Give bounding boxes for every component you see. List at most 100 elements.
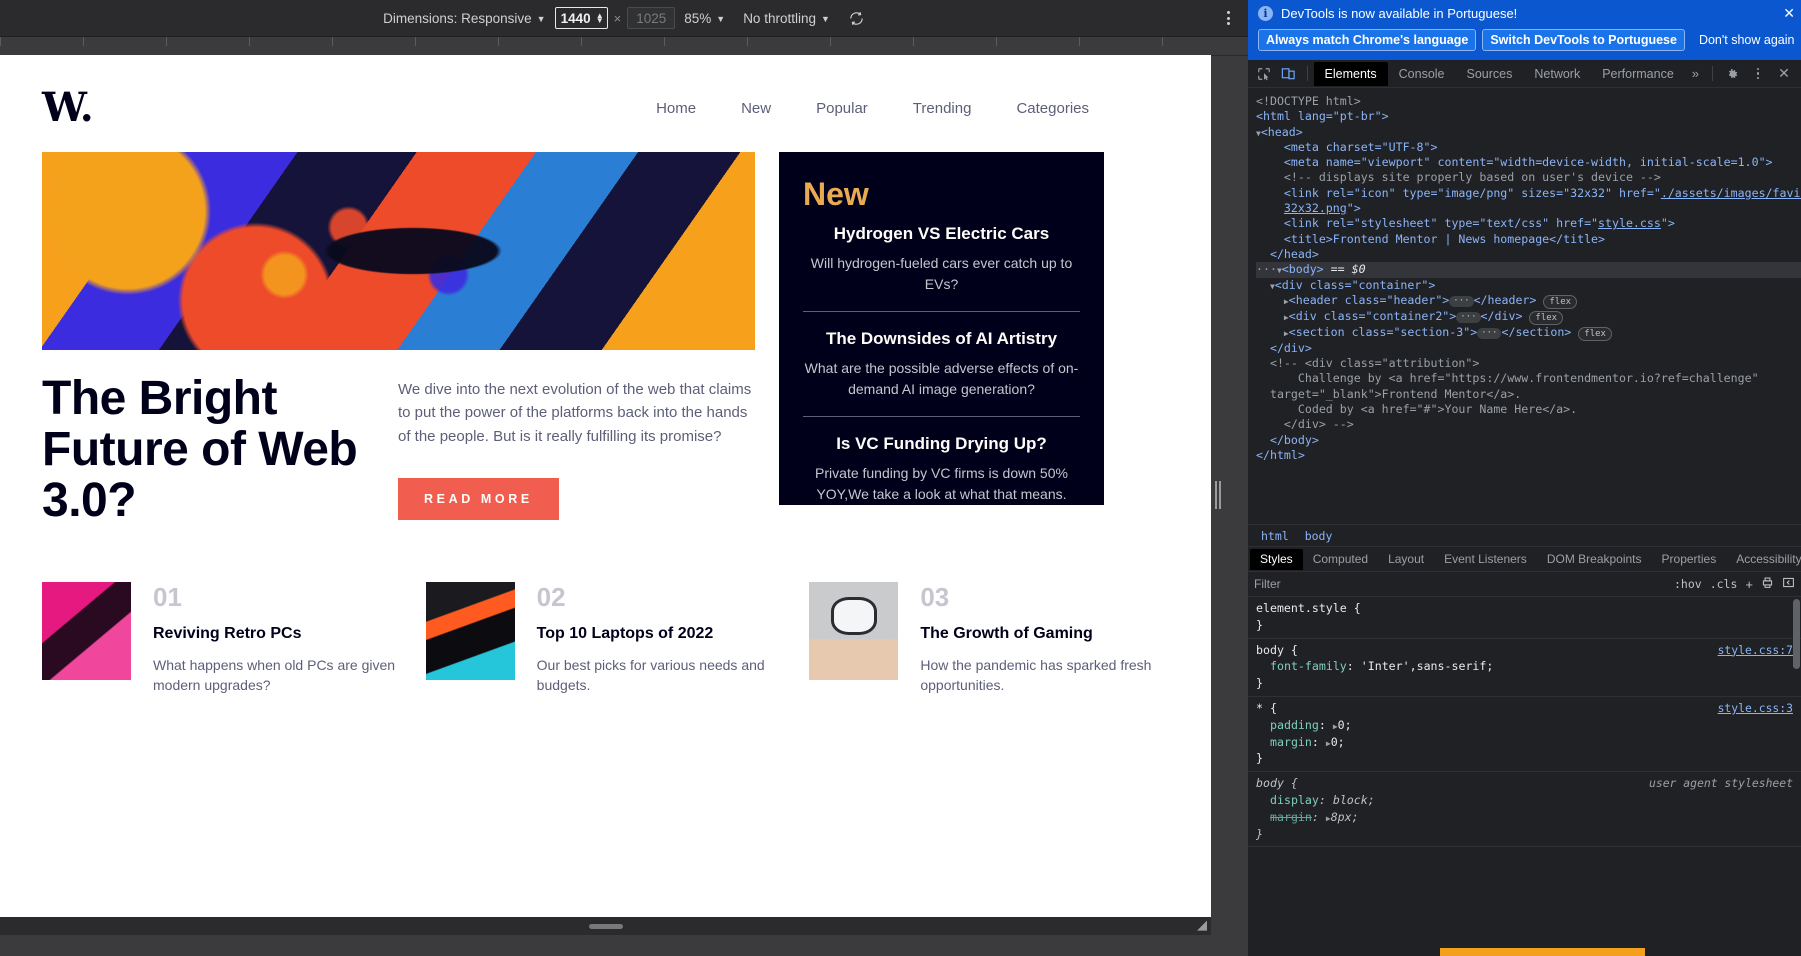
tab-styles[interactable]: Styles [1250,548,1303,570]
throttling-dropdown[interactable]: No throttling ▼ [734,6,839,30]
tab-network[interactable]: Network [1523,62,1591,86]
computed-styles-sidebar-button[interactable] [1761,576,1774,592]
width-stepper-icon[interactable]: ▲ ▼ [596,12,604,25]
nav-item-new[interactable]: New [741,100,771,117]
device-toolbar-icon [1281,68,1295,80]
more-tabs-icon[interactable]: » [1685,66,1706,81]
flex-badge[interactable]: flex [1578,326,1612,341]
breadcrumb-item-html[interactable]: html [1254,528,1296,544]
css-rules-pane[interactable]: element.style { } style.css:7 body { fon… [1248,597,1801,956]
card-thumbnail [425,581,515,680]
nav-item-categories[interactable]: Categories [1016,100,1089,117]
settings-button[interactable] [1719,62,1745,86]
css-rule[interactable]: user agent stylesheet body { display: bl… [1248,772,1801,848]
tab-console[interactable]: Console [1388,62,1456,86]
tab-dom-breakpoints[interactable]: DOM Breakpoints [1537,549,1652,570]
css-rule[interactable]: style.css:3 * { padding: ▶0; margin: ▶0;… [1248,697,1801,773]
hover-state-button[interactable]: :hov [1674,577,1702,591]
list-item[interactable]: 02 Top 10 Laptops of 2022 Our best picks… [425,581,786,696]
tab-accessibility[interactable]: Accessibility [1726,549,1801,570]
tab-computed[interactable]: Computed [1303,549,1378,570]
card-number: 03 [920,581,950,612]
viewport-ruler [0,37,1248,56]
class-editor-button[interactable]: .cls [1710,577,1738,591]
css-rule-source[interactable]: style.css:3 [1718,700,1793,717]
site-nav: Home New Popular Trending Categories [656,100,1169,117]
css-pane-scrollbar[interactable] [1793,599,1800,669]
inspect-element-button[interactable] [1252,62,1276,86]
dom-link-icon-href[interactable]: ./assets/images/favicon- [1661,186,1801,200]
rotate-button[interactable] [839,6,874,30]
css-property: display [1270,792,1319,807]
css-declaration[interactable]: margin: ▶0; [1256,734,1793,751]
css-declaration[interactable]: font-family: 'Inter',sans-serif; [1256,658,1793,675]
panel-resize-handle[interactable] [1214,480,1222,510]
dom-link-icon-href2[interactable]: 32x32.png [1284,201,1347,215]
tab-properties[interactable]: Properties [1652,549,1727,570]
read-more-button[interactable]: READ MORE [398,477,559,520]
devtools-more-options-button[interactable] [1745,62,1771,86]
tab-elements[interactable]: Elements [1313,61,1388,86]
cursor-select-icon [1258,67,1270,80]
always-match-language-button[interactable]: Always match Chrome's language [1258,29,1477,51]
dom-header-close: </header> [1473,292,1537,307]
horizontal-scrollbar[interactable] [0,917,1211,935]
dom-link-style-end: "> [1660,216,1675,231]
resize-corner-icon[interactable]: ◢ [1197,917,1207,933]
height-input[interactable]: 1025 [627,7,676,29]
dom-collapsed-children[interactable]: ··· [1456,311,1481,323]
kebab-icon [1756,67,1760,80]
site-logo[interactable]: W. [42,88,94,128]
close-devtools-button[interactable]: ✕ [1771,62,1797,86]
dont-show-again-button[interactable]: Don't show again [1691,29,1801,51]
tab-layout[interactable]: Layout [1378,549,1434,570]
list-item[interactable]: 01 Reviving Retro PCs What happens when … [42,581,402,696]
new-item[interactable]: Hydrogen VS Electric Cars Will hydrogen-… [803,224,1080,294]
dom-collapsed-children[interactable]: ··· [1477,327,1502,339]
close-icon[interactable]: ✕ [1783,6,1795,20]
breadcrumb: html body [1248,524,1801,546]
css-declaration[interactable]: padding: ▶0; [1256,717,1793,734]
breadcrumb-item-body[interactable]: body [1298,528,1340,544]
new-item[interactable]: The Downsides of AI Artistry What are th… [803,329,1080,399]
card-description: Our best picks for various needs and bud… [536,656,765,694]
filter-input[interactable]: Filter [1254,577,1666,591]
dom-tree[interactable]: <!DOCTYPE html> <html lang="pt-br"> ▼<he… [1248,88,1801,524]
scrollbar-thumb[interactable] [588,923,623,929]
tab-event-listeners[interactable]: Event Listeners [1434,549,1537,570]
new-panel-title: New [803,176,869,212]
dimensions-dropdown[interactable]: Dimensions: Responsive ▼ [374,6,555,30]
tab-performance[interactable]: Performance [1591,62,1685,86]
toggle-device-toolbar-button[interactable] [1276,62,1300,86]
list-item[interactable]: 03 The Growth of Gaming How the pandemic… [809,581,1169,696]
card-heading[interactable]: Top 10 Laptops of 2022 [537,624,786,643]
dom-line: Challenge by <a href="https://www.fronte… [1256,371,1801,386]
dom-meta-charset: <meta charset="UTF-8"> [1283,139,1438,154]
nav-item-popular[interactable]: Popular [816,100,868,117]
zoom-dropdown[interactable]: 85% ▼ [675,6,734,30]
flex-badge[interactable]: flex [1529,310,1564,325]
card-heading[interactable]: The Growth of Gaming [920,624,1169,643]
dom-line: </html> [1256,448,1801,463]
flex-badge[interactable]: flex [1543,294,1578,309]
tab-divider [1712,66,1714,81]
nav-item-trending[interactable]: Trending [913,100,972,117]
dom-link-style-href[interactable]: style.css [1598,216,1661,230]
device-toolbar-more-button[interactable] [1223,7,1234,29]
card-heading[interactable]: Reviving Retro PCs [153,624,402,643]
zoom-label: 85% [684,10,712,26]
width-input[interactable]: 1440 ▲ ▼ [554,7,608,29]
dom-collapsed-children[interactable]: ··· [1449,295,1474,307]
toggle-sidebar-button[interactable] [1782,576,1795,592]
switch-language-button[interactable]: Switch DevTools to Portuguese [1482,29,1685,51]
panel-collapse-icon [1783,577,1794,588]
nav-item-home[interactable]: Home [656,100,696,117]
new-item[interactable]: Is VC Funding Drying Up? Private funding… [803,434,1080,504]
tab-divider [1306,66,1308,81]
dom-line: target="_blank">Frontend Mentor</a>. [1256,387,1801,402]
css-rule[interactable]: element.style { } [1248,597,1801,639]
css-rule-source[interactable]: style.css:7 [1718,642,1793,659]
css-rule[interactable]: style.css:7 body { font-family: 'Inter',… [1248,639,1801,697]
new-style-rule-button[interactable]: + [1745,577,1753,592]
tab-sources[interactable]: Sources [1456,62,1524,86]
